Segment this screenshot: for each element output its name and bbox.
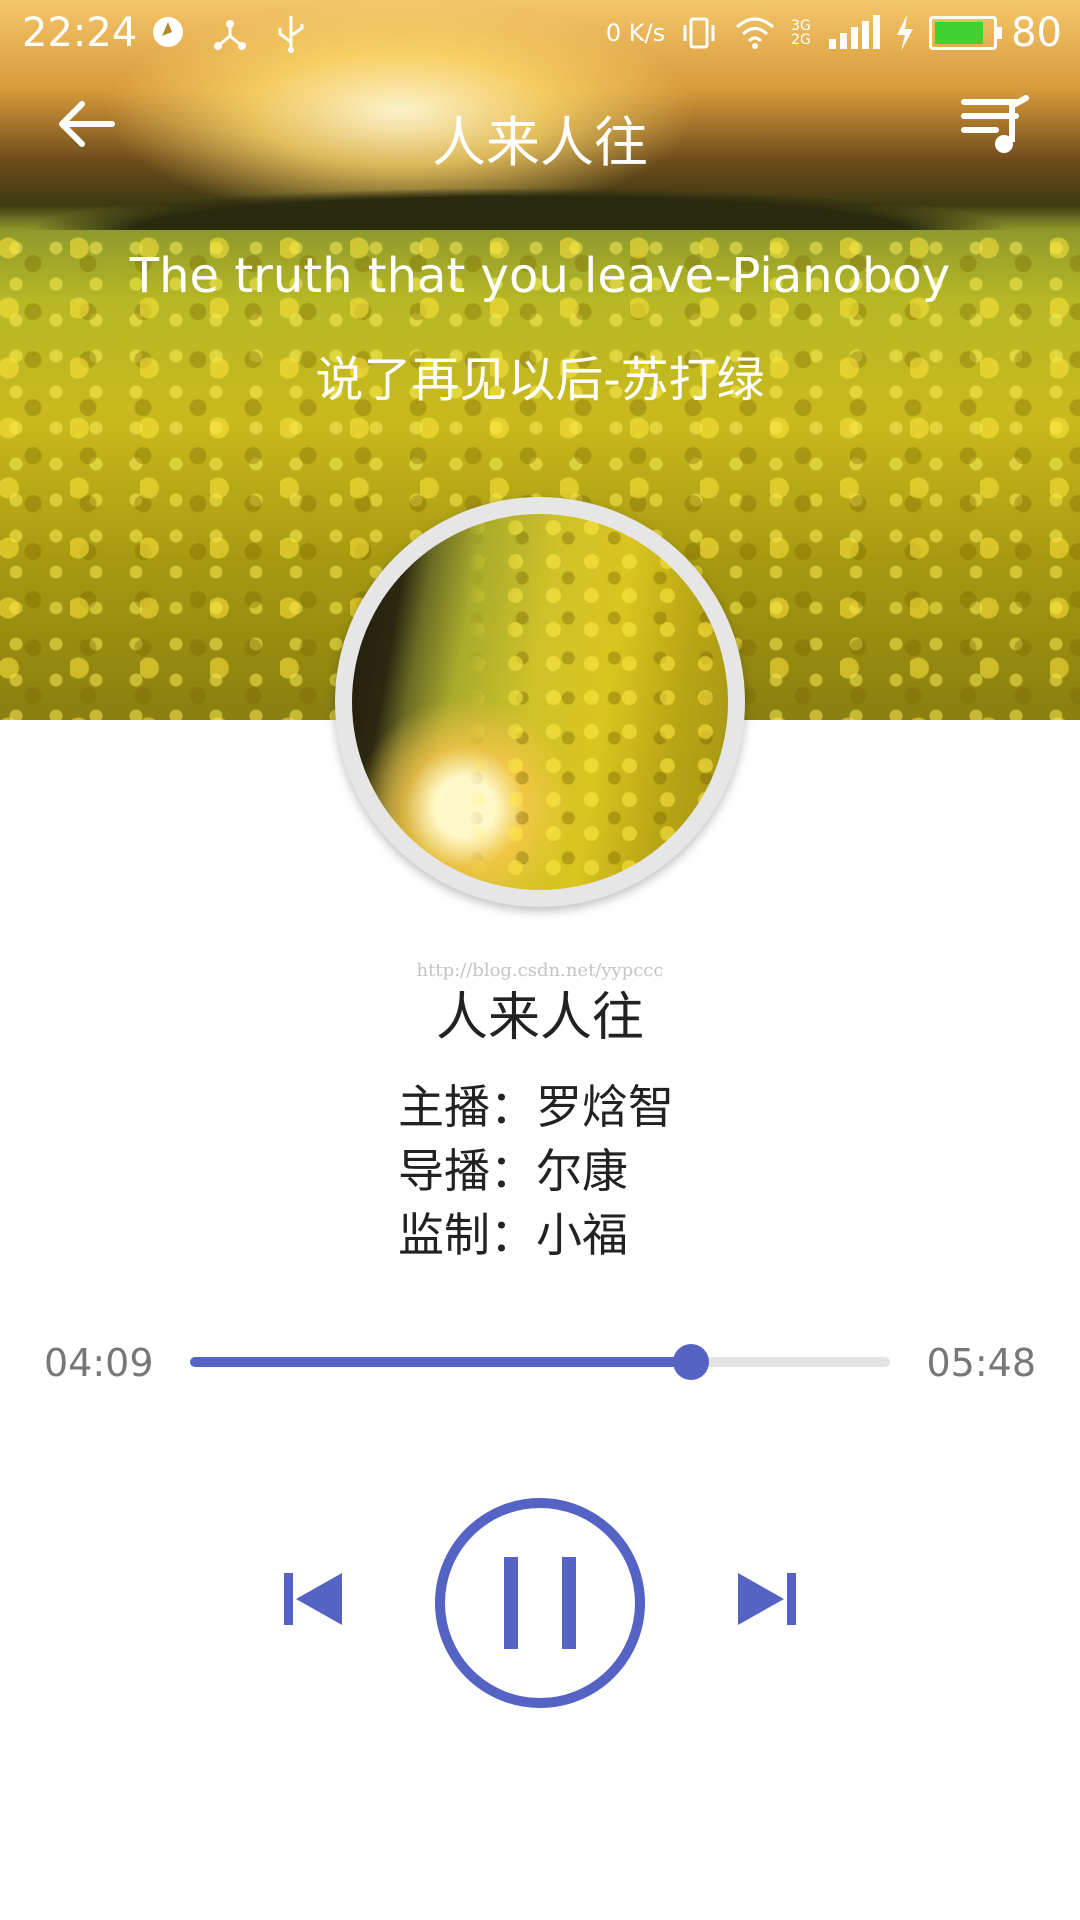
song-title-english: The truth that you leave-Pianoboy: [129, 248, 951, 304]
program-name: 人来人往: [435, 988, 644, 1048]
song-title-chinese: 说了再见以后-苏打绿: [315, 352, 765, 408]
credit-row-producer: 监制：小福: [398, 1203, 674, 1267]
playback-controls: [0, 1495, 1080, 1715]
wifi-icon: [736, 17, 775, 49]
seek-bar-thumb[interactable]: [673, 1344, 710, 1380]
previous-button[interactable]: [282, 1567, 346, 1631]
credit-person: 尔康: [536, 1144, 628, 1198]
pause-button[interactable]: [432, 1495, 648, 1711]
playlist-button[interactable]: [954, 88, 1044, 178]
credit-person: 小福: [536, 1208, 628, 1262]
credit-role: 主播：: [398, 1080, 536, 1134]
progress-row: 04:09 05:48: [0, 1335, 1080, 1395]
total-time: 05:48: [926, 1341, 1036, 1385]
playlist-icon: [961, 95, 1029, 153]
skip-next-icon: [738, 1573, 796, 1625]
status-bar: 22:24 0 K/s 3G 2G 80: [0, 0, 1080, 72]
credit-role: 监制：: [398, 1208, 536, 1262]
seek-bar-progress: [190, 1357, 692, 1367]
status-right: 0 K/s 3G 2G 80: [606, 10, 1062, 56]
network-type: 3G 2G: [791, 18, 811, 48]
credit-row-host: 主播：罗焓智: [398, 1075, 674, 1139]
credit-row-director: 导播：尔康: [398, 1139, 674, 1203]
app-notification-icon: [153, 17, 183, 47]
status-left-icons: [150, 14, 308, 54]
vibrate-icon: [683, 17, 715, 49]
charging-icon: [897, 15, 914, 51]
pause-icon: [435, 1498, 645, 1708]
signal-icon: [829, 15, 881, 49]
credit-role: 导播：: [398, 1144, 536, 1198]
credit-person: 罗焓智: [536, 1080, 674, 1134]
album-art-disc: [335, 497, 745, 907]
status-time: 22:24: [22, 10, 138, 56]
usb-icon: [278, 16, 304, 53]
network-speed: 0 K/s: [605, 19, 666, 47]
battery-level: 80: [1011, 10, 1062, 56]
next-button[interactable]: [734, 1567, 798, 1631]
seek-bar[interactable]: [190, 1344, 890, 1380]
share-icon: [214, 20, 246, 50]
toolbar: 人来人往: [0, 80, 1080, 190]
current-time: 04:09: [44, 1341, 154, 1385]
toolbar-title: 人来人往: [432, 111, 648, 174]
album-art-image: [352, 514, 728, 890]
skip-previous-icon: [284, 1573, 342, 1625]
credits-list: 主播：罗焓智 导播：尔康 监制：小福: [398, 1075, 674, 1267]
battery-icon: [929, 16, 1003, 50]
